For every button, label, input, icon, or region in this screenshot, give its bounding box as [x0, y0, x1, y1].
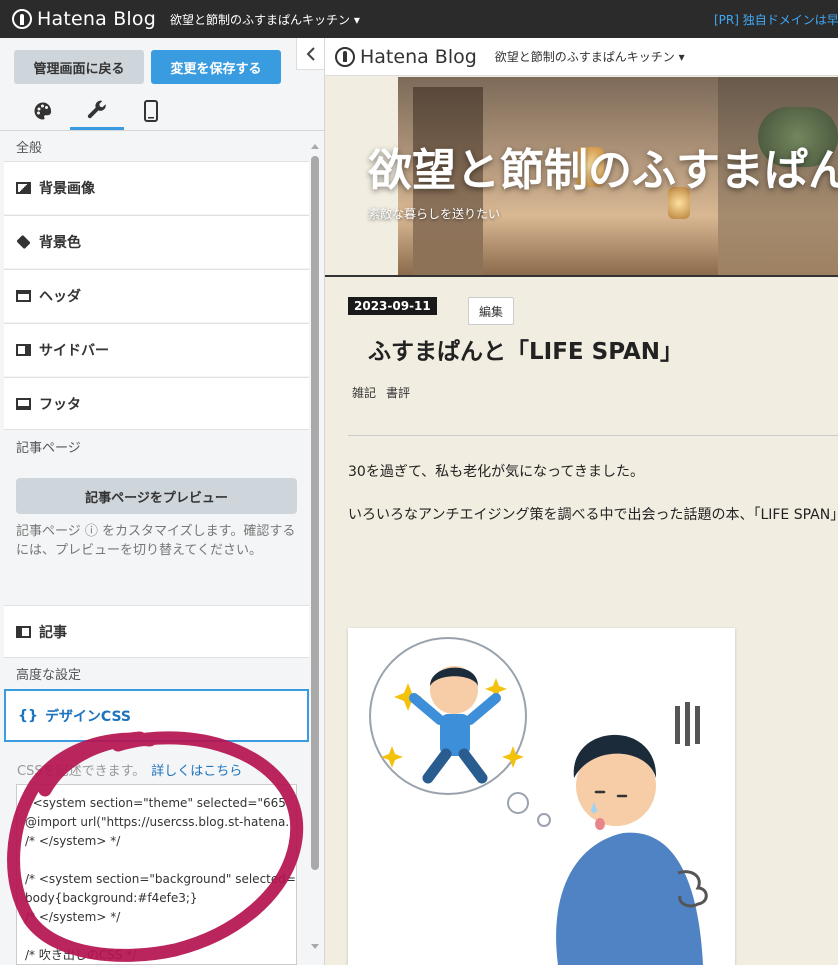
back-to-dashboard-button[interactable]: 管理画面に戻る: [14, 50, 144, 84]
palette-icon: [34, 102, 52, 120]
article-layout-icon: [16, 625, 31, 638]
dropdown-caret-icon: ▾: [674, 50, 685, 64]
css-help-link[interactable]: 詳しくはこちら: [151, 764, 242, 779]
post-illustration: [348, 628, 735, 965]
menu-item-header[interactable]: ヘッダ: [4, 269, 309, 322]
logo-text: Hatena Blog: [37, 8, 156, 30]
pr-link[interactable]: [PR] 独自ドメインは早: [714, 11, 838, 28]
sidebar-layout-icon: [16, 344, 31, 356]
category-tag[interactable]: 書評: [386, 384, 410, 401]
preview-hatena-logo[interactable]: Hatena Blog: [335, 46, 477, 68]
hatena-blog-logo[interactable]: Hatena Blog: [12, 8, 156, 30]
collapse-panel-button[interactable]: [296, 38, 324, 70]
post-paragraph: 30を過ぎて、私も老化が気になってきました。: [348, 464, 644, 480]
tab-customize[interactable]: [70, 92, 124, 130]
tab-design[interactable]: [16, 92, 70, 130]
chevron-left-icon: [306, 46, 315, 61]
section-advanced: 高度な設定: [16, 667, 82, 683]
menu-item-sidebar[interactable]: サイドバー: [4, 323, 309, 376]
article-page-description: 記事ページ ⓘ をカスタマイズします。確認するには、プレビューを切り替えてくださ…: [16, 524, 296, 558]
post-date[interactable]: 2023-09-11: [348, 297, 437, 315]
blog-subtitle: 素敵な暮らしを送りたい: [368, 207, 501, 221]
section-article-page: 記事ページ: [16, 440, 81, 456]
tired-man-illustration: [369, 637, 708, 965]
preview-article-page-button[interactable]: 記事ページをプレビュー: [16, 478, 297, 514]
css-editor[interactable]: <system section="theme" selected="665 @i…: [16, 784, 297, 965]
settings-tabs: [16, 92, 178, 130]
footer-layout-icon: [16, 397, 31, 410]
scrollbar-thumb[interactable]: [311, 156, 319, 870]
preview-blog-name-menu[interactable]: 欲望と節制のふすまぱんキッチン ▾: [495, 48, 685, 65]
top-bar: Hatena Blog 欲望と節制のふすまぱんキッチン ▾ [PR] 独自ドメイ…: [0, 0, 838, 38]
image-icon: [16, 182, 31, 194]
smartphone-icon: [144, 100, 158, 122]
menu-item-background-image[interactable]: 背景画像: [4, 161, 309, 214]
header-divider: [325, 275, 838, 277]
edit-post-button[interactable]: 編集: [468, 297, 514, 325]
blog-name-menu[interactable]: 欲望と節制のふすまぱんキッチン ▾: [170, 11, 360, 28]
design-settings-panel: 管理画面に戻る 変更を保存する 全般 背景画像 背景色 ヘッダ サイドバー フッ…: [0, 38, 325, 965]
preview-top-bar: Hatena Blog 欲望と節制のふすまぱんキッチン ▾: [325, 38, 838, 76]
save-changes-button[interactable]: 変更を保存する: [151, 50, 281, 84]
menu-item-footer[interactable]: フッタ: [4, 377, 309, 430]
panel-scrollbar[interactable]: [311, 144, 319, 960]
dropdown-caret-icon: ▾: [350, 12, 360, 27]
braces-icon: {}: [18, 707, 38, 724]
css-note: CSSを記述できます。 詳しくはこちら: [17, 764, 243, 779]
section-general: 全般: [16, 140, 43, 156]
scroll-down-arrow-icon[interactable]: [311, 944, 319, 949]
menu-item-design-css[interactable]: {} デザインCSS: [4, 689, 309, 742]
header-layout-icon: [16, 290, 31, 302]
blog-title[interactable]: 欲望と節制のふすまぱんキッチン: [368, 134, 838, 198]
category-tag[interactable]: 雑記: [352, 384, 376, 401]
post-title[interactable]: ふすまぱんと「LIFE SPAN」: [368, 332, 683, 366]
scroll-up-arrow-icon[interactable]: [311, 144, 319, 149]
paint-bucket-icon: [16, 234, 31, 250]
tab-smartphone[interactable]: [124, 92, 178, 130]
blog-preview: Hatena Blog 欲望と節制のふすまぱんキッチン ▾ 欲望と節制のふすまぱ…: [325, 38, 838, 965]
post-paragraph: いろいろなアンチエイジング策を調べる中で出会った話題の本、「LIFE SPAN」: [348, 507, 838, 523]
hatena-logo-icon: [335, 46, 355, 67]
hatena-logo-icon: [12, 9, 32, 29]
post-categories: 雑記 書評: [352, 384, 420, 401]
menu-item-article[interactable]: 記事: [4, 605, 309, 658]
post-divider: [348, 435, 838, 436]
wrench-icon: [87, 100, 106, 118]
menu-item-background-color[interactable]: 背景色: [4, 215, 309, 268]
